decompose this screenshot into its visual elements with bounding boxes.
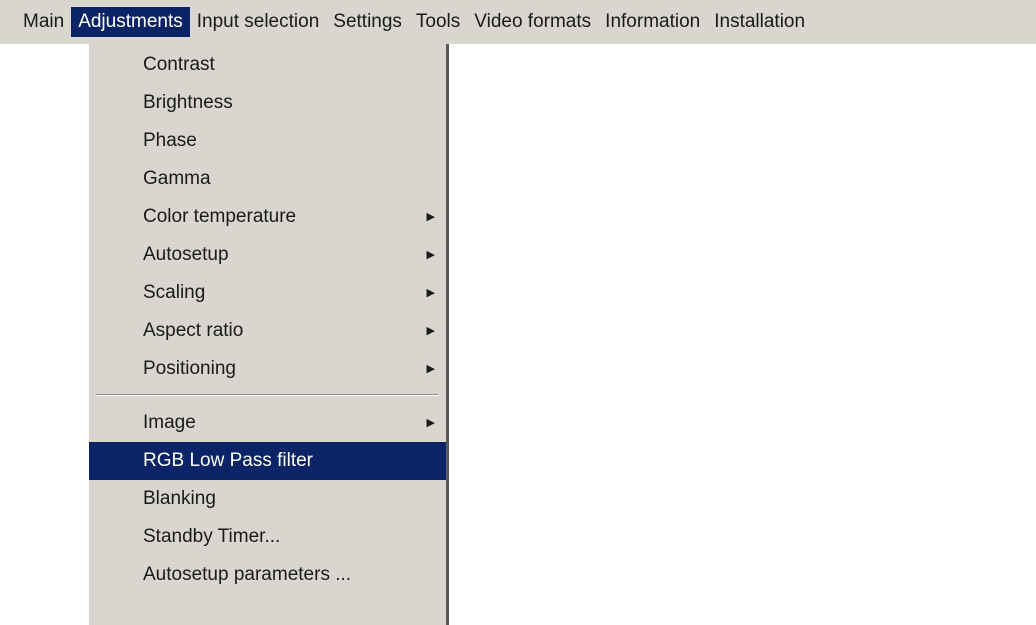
menu-item-label: Phase bbox=[143, 130, 197, 151]
menu-item-rgb-low-pass-filter[interactable]: RGB Low Pass filter bbox=[89, 442, 446, 480]
menu-item-phase[interactable]: Phase bbox=[89, 122, 446, 160]
menu-item-autosetup-parameters[interactable]: Autosetup parameters ... bbox=[89, 556, 446, 594]
menu-item-label: Color temperature bbox=[143, 206, 297, 227]
menu-item-label: Scaling bbox=[143, 282, 206, 303]
menu-item-label: Standby Timer... bbox=[143, 526, 281, 547]
menu-item-label: Aspect ratio bbox=[143, 320, 244, 341]
menu-separator bbox=[89, 388, 446, 404]
menu-information[interactable]: Information bbox=[598, 7, 707, 37]
menu-item-label: Image bbox=[143, 412, 196, 433]
menu-item-color-temperature[interactable]: Color temperature ▶ bbox=[89, 198, 446, 236]
menu-item-blanking[interactable]: Blanking bbox=[89, 480, 446, 518]
menu-bar: Main Adjustments Input selection Setting… bbox=[0, 0, 1036, 44]
submenu-arrow-icon: ▶ bbox=[426, 211, 435, 223]
menu-item-scaling[interactable]: Scaling ▶ bbox=[89, 274, 446, 312]
menu-input-selection[interactable]: Input selection bbox=[190, 7, 327, 37]
menu-item-label: Contrast bbox=[143, 54, 215, 75]
menu-item-label: Blanking bbox=[143, 488, 216, 509]
menu-item-label: Positioning bbox=[143, 358, 236, 379]
menu-item-label: Autosetup bbox=[143, 244, 229, 265]
menu-item-label: Gamma bbox=[143, 168, 211, 189]
submenu-arrow-icon: ▶ bbox=[426, 325, 435, 337]
menu-item-label: Brightness bbox=[143, 92, 233, 113]
menu-settings[interactable]: Settings bbox=[326, 7, 409, 37]
menu-item-brightness[interactable]: Brightness bbox=[89, 84, 446, 122]
menu-item-label: RGB Low Pass filter bbox=[143, 450, 313, 471]
menu-item-gamma[interactable]: Gamma bbox=[89, 160, 446, 198]
menu-main[interactable]: Main bbox=[16, 7, 71, 37]
menu-item-contrast[interactable]: Contrast bbox=[89, 46, 446, 84]
submenu-arrow-icon: ▶ bbox=[426, 363, 435, 375]
menu-item-label: Autosetup parameters ... bbox=[143, 564, 352, 585]
menu-adjustments[interactable]: Adjustments bbox=[71, 7, 190, 37]
menu-tools[interactable]: Tools bbox=[409, 7, 467, 37]
menu-item-autosetup[interactable]: Autosetup ▶ bbox=[89, 236, 446, 274]
menu-item-standby-timer[interactable]: Standby Timer... bbox=[89, 518, 446, 556]
submenu-arrow-icon: ▶ bbox=[426, 417, 435, 429]
menu-item-positioning[interactable]: Positioning ▶ bbox=[89, 350, 446, 388]
app-window: Main Adjustments Input selection Setting… bbox=[0, 0, 1036, 625]
menu-video-formats[interactable]: Video formats bbox=[467, 7, 598, 37]
menu-installation[interactable]: Installation bbox=[707, 7, 812, 37]
menu-item-aspect-ratio[interactable]: Aspect ratio ▶ bbox=[89, 312, 446, 350]
submenu-arrow-icon: ▶ bbox=[426, 287, 435, 299]
submenu-arrow-icon: ▶ bbox=[426, 249, 435, 261]
menu-item-image[interactable]: Image ▶ bbox=[89, 404, 446, 442]
adjustments-dropdown: Contrast Brightness Phase Gamma Color te… bbox=[89, 44, 449, 625]
